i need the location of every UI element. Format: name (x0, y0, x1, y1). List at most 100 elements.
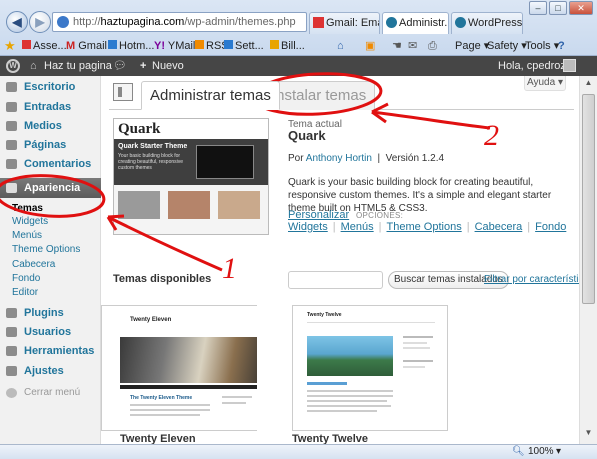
menu-plugins[interactable]: Plugins (0, 303, 101, 323)
menu-usuarios[interactable]: Usuarios (0, 322, 101, 342)
url-prefix: http:// (73, 16, 101, 28)
menu-escritorio[interactable]: Escritorio (0, 77, 101, 97)
filter-features-link[interactable]: Filtrar por características (484, 274, 594, 285)
menu-apariencia[interactable]: Apariencia (0, 178, 101, 198)
fav-settings[interactable]: Sett... (224, 36, 264, 56)
option-menus-link[interactable]: Menús (341, 221, 374, 233)
zoom-dropdown-icon[interactable]: ▾ (556, 445, 561, 459)
fav-ymail[interactable]: Y! YMail (154, 36, 195, 56)
favorites-star-icon[interactable]: ★ (4, 36, 16, 56)
theme-card-twenty-eleven[interactable]: Twenty Eleven The Twenty Eleven Theme (101, 305, 257, 431)
wordpress-icon (455, 17, 466, 28)
main-content: Ayuda ▾ Administrar temas Instalar temas… (101, 76, 594, 445)
customize-link[interactable]: Personalizar (288, 209, 349, 221)
mail-icon[interactable]: ✉ (408, 36, 417, 56)
yahoo-icon: Y! (154, 40, 165, 52)
home-icon[interactable]: ⌂ (337, 36, 344, 56)
option-theme-options-link[interactable]: Theme Options (387, 221, 462, 233)
menu-ajustes[interactable]: Ajustes (0, 361, 101, 381)
scroll-up-arrow-icon[interactable]: ▲ (582, 78, 595, 92)
menu-label: Plugins (24, 307, 64, 319)
fav-hotmail[interactable]: Hotm... (108, 36, 154, 56)
help-icon[interactable]: ? (558, 36, 565, 56)
user-greeting[interactable]: Hola, cpedroza (498, 56, 572, 76)
bookmark-icon (22, 40, 31, 49)
preview-text-line (307, 410, 377, 412)
help-tab[interactable]: Ayuda ▾ (524, 76, 566, 91)
fav-asse[interactable]: Asse... (22, 36, 67, 56)
fav-label: Hotm... (119, 40, 155, 52)
option-fondo-link[interactable]: Fondo (535, 221, 566, 233)
submenu-widgets[interactable]: Widgets (12, 216, 48, 227)
scroll-down-arrow-icon[interactable]: ▼ (582, 428, 595, 442)
preview-sidebar-line (222, 402, 246, 404)
submenu-fondo[interactable]: Fondo (12, 273, 40, 284)
tab-wordpress[interactable]: WordPress |... (451, 12, 523, 34)
theme-preview-twenty-eleven: Twenty Eleven The Twenty Eleven Theme (101, 305, 257, 431)
author-link[interactable]: Anthony Hortin (306, 153, 372, 164)
submenu-menus[interactable]: Menús (12, 230, 42, 241)
menu-label: Apariencia (24, 182, 81, 194)
menu-herramientas[interactable]: Herramientas (0, 341, 101, 361)
tools-icon (6, 346, 17, 356)
status-bar: 🔍︎ 100% ▾ (0, 444, 597, 459)
forward-button[interactable]: ▶ (29, 11, 51, 33)
submenu-theme-options[interactable]: Theme Options (12, 244, 80, 255)
wordpress-logo-icon[interactable]: W (6, 59, 20, 73)
current-theme-screenshot: Quark Quark Starter Theme Your basic bui… (113, 118, 269, 235)
preview-text-line (307, 395, 393, 397)
feeds-icon[interactable]: ▣ (365, 36, 375, 56)
maximize-button[interactable]: □ (549, 1, 567, 15)
collapse-icon (6, 388, 17, 398)
collapse-menu[interactable]: Cerrar menú (0, 383, 101, 403)
page-menu[interactable]: Page ▾ (455, 36, 489, 56)
quark-thumb (118, 191, 160, 219)
preview-site-title: Twenty Twelve (307, 312, 342, 318)
fav-label: Sett... (235, 40, 264, 52)
menu-comentarios[interactable]: Comentarios (0, 154, 101, 174)
scrollbar-thumb[interactable] (582, 94, 595, 304)
fav-bill[interactable]: Bill... (270, 36, 305, 56)
submenu-temas[interactable]: Temas (12, 203, 43, 214)
tab-admin[interactable]: Administr... (382, 12, 449, 34)
safety-menu[interactable]: Safety ▾ (487, 36, 527, 56)
close-button[interactable]: ✕ (569, 1, 593, 15)
tools-menu[interactable]: Tools ▾ (525, 36, 559, 56)
print-icon[interactable]: ⎙ (428, 36, 437, 56)
submenu-cabecera[interactable]: Cabecera (12, 259, 55, 270)
hand-icon[interactable]: ☚ (392, 36, 402, 56)
tab-administrar-temas[interactable]: Administrar temas (141, 81, 280, 110)
option-widgets-link[interactable]: Widgets (288, 221, 328, 233)
pages-icon (6, 140, 17, 150)
vertical-scrollbar[interactable]: ▲ ▼ (579, 76, 597, 444)
options-label: OPCIONES: (356, 211, 404, 220)
menu-medios[interactable]: Medios (0, 116, 101, 136)
site-name-link[interactable]: Haz tu pagina (44, 56, 112, 76)
theme-card-twenty-twelve[interactable]: Twenty Twelve (292, 305, 448, 431)
theme-search-input[interactable] (288, 271, 383, 289)
address-bar[interactable]: http://haztupagina.com/wp-admin/themes.p… (52, 12, 307, 32)
fav-gmail[interactable]: M Gmail (66, 36, 107, 56)
preview-text-line (130, 404, 210, 406)
zoom-level[interactable]: 100% (528, 445, 554, 459)
quark-thumb (168, 191, 210, 219)
preview-sidebar-line (403, 342, 427, 344)
preview-text-line (307, 405, 391, 407)
favorites-bar: ★ Asse... M Gmail Hotm... Y! YMail RSS S… (0, 36, 597, 56)
rss-icon (195, 40, 204, 49)
tab-gmail[interactable]: Gmail: Email ... (309, 12, 380, 34)
option-cabecera-link[interactable]: Cabecera (475, 221, 523, 233)
submenu-editor[interactable]: Editor (12, 287, 38, 298)
minimize-button[interactable]: – (529, 1, 547, 15)
new-content-link[interactable]: Nuevo (152, 56, 184, 76)
menu-label: Usuarios (24, 326, 72, 338)
comments-icon[interactable]: 💬︎ (113, 56, 127, 76)
back-button[interactable]: ◀ (6, 11, 28, 33)
menu-label: Comentarios (24, 158, 92, 170)
current-theme-name: Quark (288, 128, 326, 143)
menu-paginas[interactable]: Páginas (0, 135, 101, 155)
menu-label: Páginas (24, 139, 67, 151)
menu-entradas[interactable]: Entradas (0, 97, 101, 117)
avatar[interactable] (563, 59, 576, 72)
preview-sidebar-line (403, 336, 433, 338)
